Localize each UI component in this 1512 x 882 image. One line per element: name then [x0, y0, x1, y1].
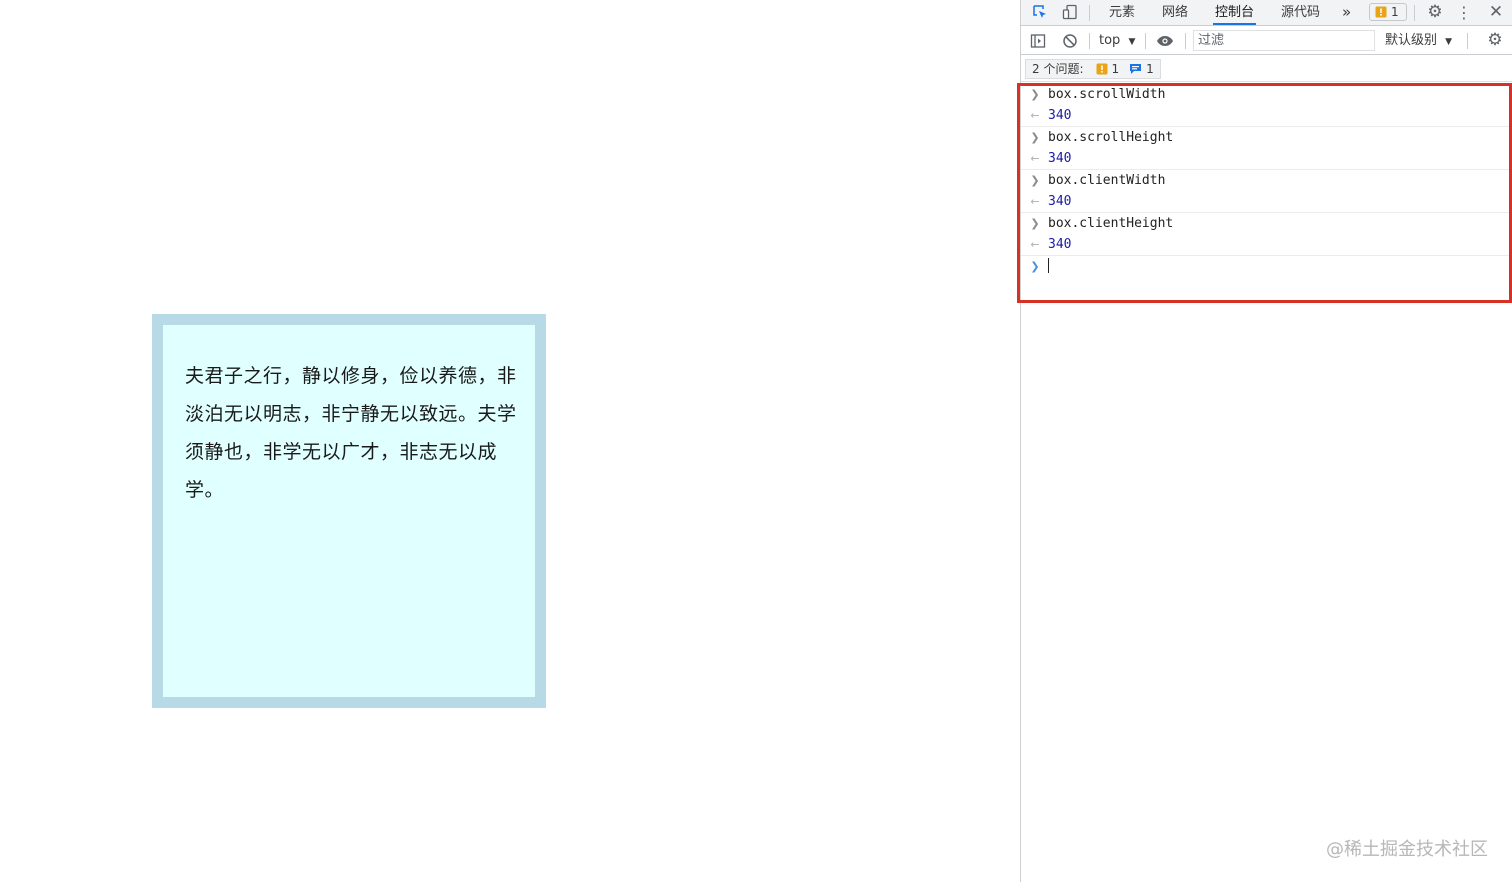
- console-result-line: ← 340: [1021, 148, 1512, 169]
- close-icon[interactable]: ✕: [1487, 2, 1505, 22]
- console-result-value: 340: [1048, 194, 1072, 209]
- console-input-text: box.clientWidth: [1048, 173, 1166, 188]
- console-output[interactable]: ❯ box.scrollWidth ← 340 ❯ box.scrollHeight …: [1021, 84, 1512, 277]
- chevron-down-icon: ▼: [1128, 37, 1136, 47]
- prompt-chevron-icon: ❯: [1030, 260, 1040, 273]
- page-viewport: 夫君子之行，静以修身，俭以养德，非淡泊无以明志，非宁静无以致远。夫学须静也，非学…: [0, 0, 1020, 882]
- console-result-value: 340: [1048, 237, 1072, 252]
- toolbar-divider: [1145, 33, 1146, 49]
- console-input-text: box.scrollHeight: [1048, 130, 1174, 145]
- issues-chip[interactable]: 2 个问题: 1 1: [1025, 59, 1161, 79]
- log-level-value: 默认级别: [1385, 33, 1438, 48]
- console-input-line: ❯ box.scrollWidth: [1021, 84, 1512, 105]
- result-arrow-icon: ←: [1030, 109, 1040, 122]
- console-input-line: ❯ box.scrollHeight: [1021, 127, 1512, 148]
- console-result-line: ← 340: [1021, 105, 1512, 126]
- console-entry: ❯ box.clientWidth ← 340: [1021, 170, 1512, 212]
- console-input-text: box.clientHeight: [1048, 216, 1174, 231]
- text-caret: [1048, 258, 1049, 273]
- console-entry: ❯ box.scrollHeight ← 340: [1021, 127, 1512, 169]
- context-value: top: [1099, 33, 1121, 48]
- more-tabs-icon[interactable]: »: [1342, 0, 1351, 25]
- toolbar-divider: [1185, 33, 1186, 49]
- console-entry: ❯ box.clientHeight ← 340: [1021, 213, 1512, 255]
- chevron-down-icon: ▼: [1445, 37, 1453, 47]
- live-expression-eye-icon[interactable]: [1155, 32, 1175, 50]
- result-arrow-icon: ←: [1030, 238, 1040, 251]
- toolbar-divider: [1089, 33, 1090, 49]
- console-result-value: 340: [1048, 151, 1072, 166]
- console-result-value: 340: [1048, 108, 1072, 123]
- console-toolbar: top ▼ 默认级别 ▼ ⚙: [1021, 27, 1512, 55]
- filter-input[interactable]: [1193, 30, 1375, 51]
- warning-issue-icon: [1375, 6, 1387, 22]
- console-input-text: box.scrollWidth: [1048, 87, 1166, 102]
- watermark: @稀土掘金技术社区: [1326, 839, 1488, 860]
- console-result-line: ← 340: [1021, 234, 1512, 255]
- console-settings-gear-icon[interactable]: ⚙: [1485, 30, 1505, 50]
- demo-box: 夫君子之行，静以修身，俭以养德，非淡泊无以明志，非宁静无以致远。夫学须静也，非学…: [152, 314, 546, 708]
- input-chevron-icon: ❯: [1030, 88, 1040, 101]
- context-select[interactable]: top ▼: [1099, 31, 1135, 51]
- issues-label: 2 个问题:: [1032, 62, 1084, 76]
- devtools-tabbar: 元素 网络 控制台 源代码 » 1 ⚙ ⋮ ✕: [1021, 0, 1512, 26]
- devtools-panel: 元素 网络 控制台 源代码 » 1 ⚙ ⋮ ✕ top ▼ 过滤 默认级别 ▼ …: [1020, 0, 1512, 882]
- sidebar-toggle-icon[interactable]: [1029, 32, 1047, 50]
- inspect-element-icon[interactable]: [1031, 3, 1049, 21]
- issues-bar: 2 个问题: 1 1: [1021, 56, 1512, 82]
- info-count: 1: [1146, 62, 1154, 76]
- result-arrow-icon: ←: [1030, 152, 1040, 165]
- toolbar-divider: [1414, 5, 1415, 21]
- input-chevron-icon: ❯: [1030, 131, 1040, 144]
- info-issue-icon: [1129, 63, 1142, 75]
- tab-sources[interactable]: 源代码: [1281, 0, 1320, 25]
- tab-console[interactable]: 控制台: [1213, 0, 1257, 25]
- warning-count: 1: [1111, 62, 1120, 76]
- device-toolbar-icon[interactable]: [1061, 3, 1079, 21]
- toolbar-divider: [1089, 5, 1090, 21]
- settings-gear-icon[interactable]: ⚙: [1425, 2, 1445, 22]
- input-chevron-icon: ❯: [1030, 174, 1040, 187]
- log-level-select[interactable]: 默认级别 ▼: [1385, 31, 1452, 51]
- console-prompt[interactable]: ❯: [1021, 256, 1512, 277]
- warning-issue-icon: [1096, 63, 1108, 75]
- clear-console-icon[interactable]: [1061, 32, 1079, 50]
- kebab-menu-icon[interactable]: ⋮: [1456, 3, 1472, 22]
- console-input-line: ❯ box.clientWidth: [1021, 170, 1512, 191]
- console-input-line: ❯ box.clientHeight: [1021, 213, 1512, 234]
- tab-elements[interactable]: 元素: [1109, 0, 1135, 25]
- input-chevron-icon: ❯: [1030, 217, 1040, 230]
- demo-paragraph: 夫君子之行，静以修身，俭以养德，非淡泊无以明志，非宁静无以致远。夫学须静也，非学…: [185, 365, 517, 501]
- tab-network[interactable]: 网络: [1162, 0, 1188, 25]
- issues-badge-count: 1: [1391, 5, 1399, 19]
- toolbar-divider: [1467, 33, 1468, 49]
- console-entry: ❯ box.scrollWidth ← 340: [1021, 84, 1512, 126]
- console-result-line: ← 340: [1021, 191, 1512, 212]
- issues-badge[interactable]: 1: [1369, 3, 1407, 21]
- result-arrow-icon: ←: [1030, 195, 1040, 208]
